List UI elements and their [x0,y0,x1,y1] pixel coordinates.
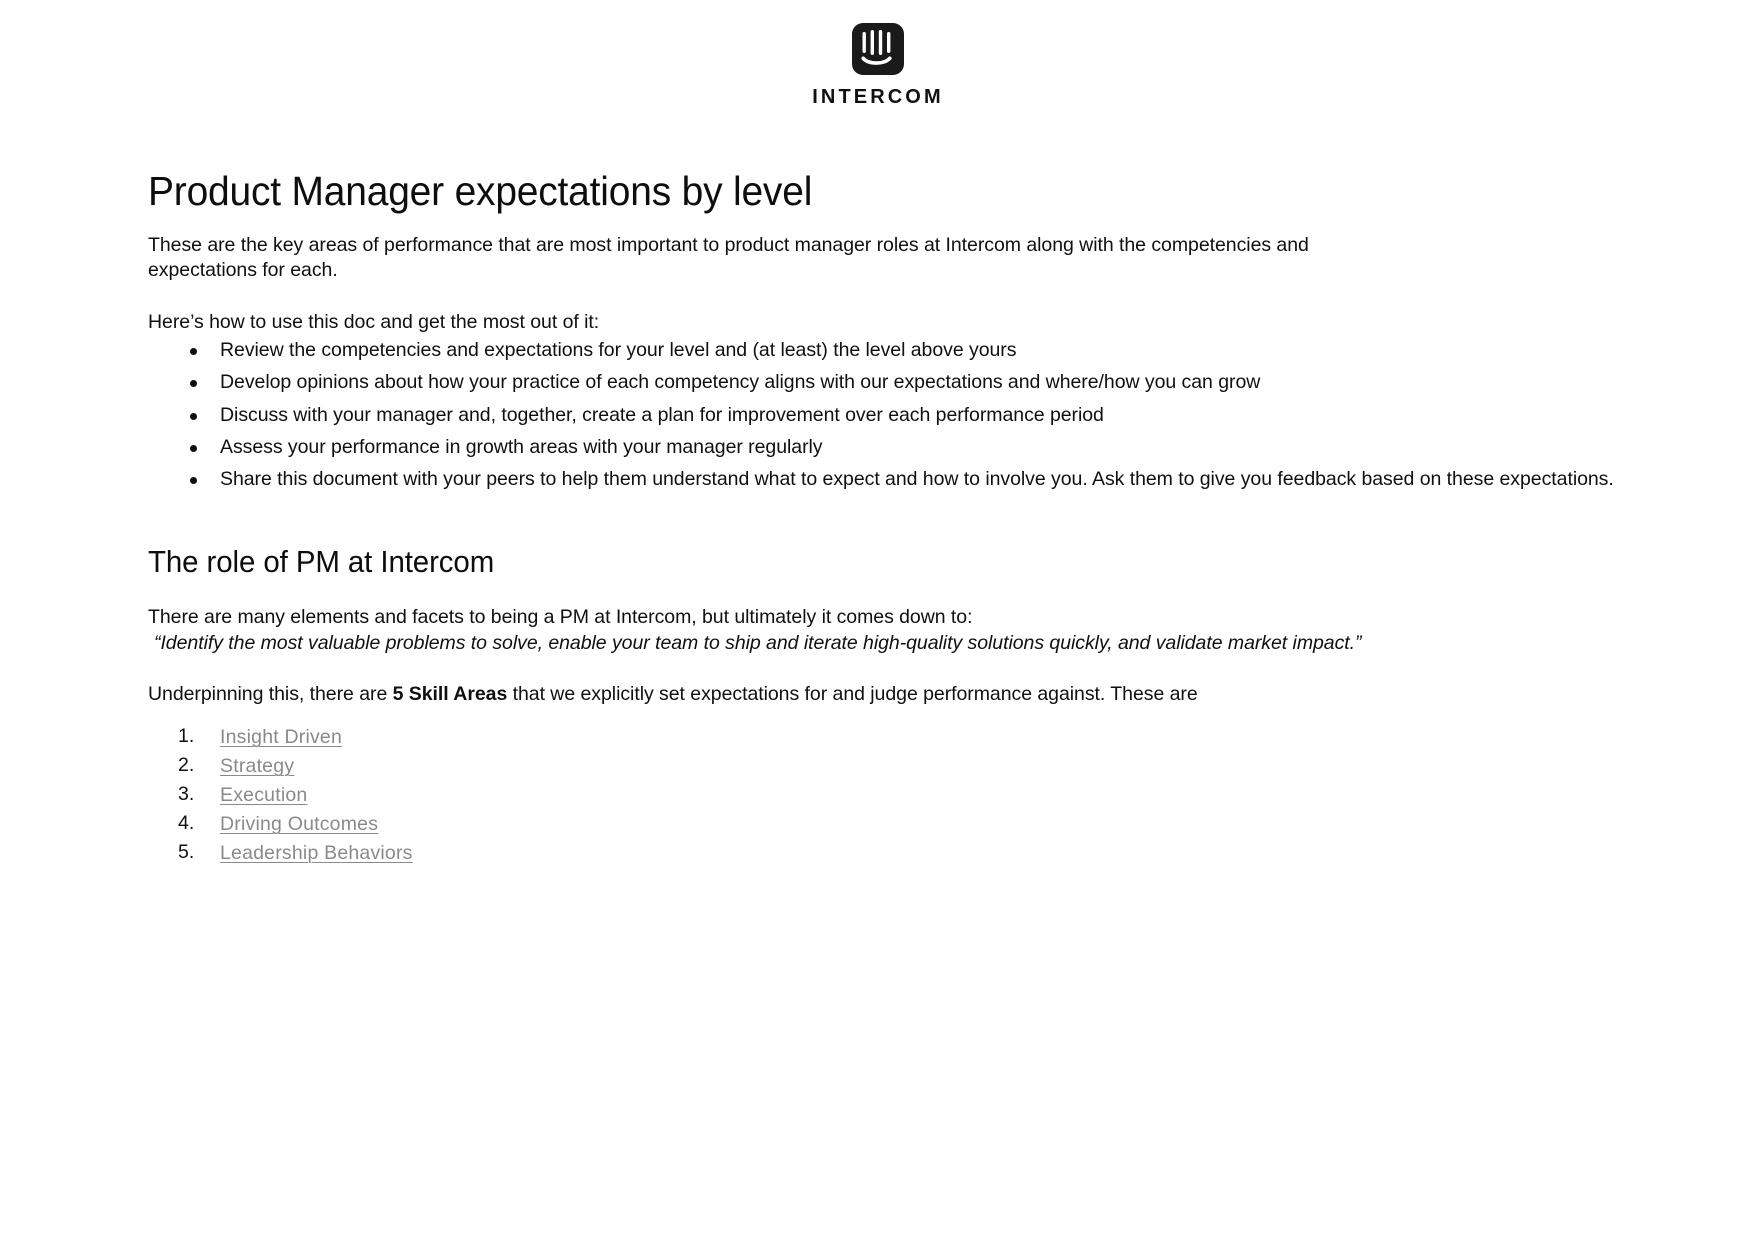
brand-header: INTERCOM [0,0,1756,107]
howto-bullet-list: Review the competencies and expectations… [148,338,1616,493]
skill-link-driving-outcomes[interactable]: Driving Outcomes [220,813,378,835]
intercom-logo-icon [851,22,905,76]
skill-link-leadership-behaviors[interactable]: Leadership Behaviors [220,842,413,864]
list-item: Review the competencies and expectations… [148,338,1616,363]
role-lead-in: There are many elements and facets to be… [148,606,973,629]
page-title: Product Manager expectations by level [148,168,813,214]
skill-areas-sentence: Underpinning this, there are 5 Skill Are… [148,682,1616,707]
role-mission-quote: “Identify the most valuable problems to … [154,631,1362,654]
skill-areas-bold: 5 Skill Areas [392,682,508,705]
list-item: Develop opinions about how your practice… [148,370,1616,395]
skill-areas-link-list: Insight Driven Strategy Execution Drivin… [148,725,1616,866]
skill-areas-sentence-before: Underpinning this, there are [148,682,393,705]
list-item: Assess your performance in growth areas … [148,435,1616,460]
document-page: INTERCOM Product Manager expectations by… [0,0,1756,1242]
skill-areas-sentence-after: that we explicitly set expectations for … [507,682,1198,705]
list-item: Discuss with your manager and, together,… [148,403,1616,428]
brand-wordmark: INTERCOM [812,86,944,108]
skill-link-execution[interactable]: Execution [220,784,307,806]
bullet-text: Assess your performance in growth areas … [220,435,823,458]
intro-paragraph: These are the key areas of performance t… [148,233,1309,282]
document-body: Product Manager expectations by level Th… [0,107,1756,866]
bullet-text: Share this document with your peers to h… [220,468,1614,491]
bullet-text: Develop opinions about how your practice… [220,371,1261,394]
list-item: Insight Driven [148,725,1616,750]
list-item: Leadership Behaviors [148,841,1616,866]
list-item: Driving Outcomes [148,812,1616,837]
bullet-text: Review the competencies and expectations… [220,338,1017,361]
bullet-text: Discuss with your manager and, together,… [220,403,1104,426]
skill-link-strategy[interactable]: Strategy [220,755,294,777]
list-item: Execution [148,783,1616,808]
skill-link-insight-driven[interactable]: Insight Driven [220,726,342,748]
list-item: Share this document with your peers to h… [148,467,1616,492]
howto-lead-in: Here’s how to use this doc and get the m… [148,310,600,333]
list-item: Strategy [148,754,1616,779]
section-heading-role-of-pm: The role of PM at Intercom [148,543,495,579]
